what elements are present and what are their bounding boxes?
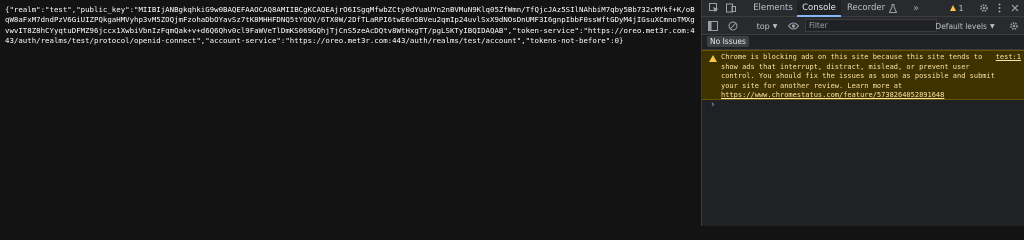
context-select-label: top (756, 21, 770, 31)
console-settings-gear-icon[interactable] (1007, 18, 1021, 34)
no-issues-button[interactable]: No Issues (707, 36, 749, 47)
warning-counter[interactable]: 1 (942, 0, 972, 16)
gear-icon[interactable] (978, 0, 990, 16)
log-levels-select[interactable]: Default levels ▼ (935, 18, 995, 34)
warning-triangle-icon (709, 55, 717, 62)
caret-down-icon: ▼ (989, 22, 995, 30)
warning-message-text: Chrome is blocking ads on this site beca… (721, 53, 995, 90)
inspect-element-icon[interactable] (707, 0, 721, 16)
filter-input[interactable] (805, 19, 937, 32)
warning-learn-more-link[interactable]: https://www.chromestatus.com/feature/573… (721, 91, 944, 99)
console-toolbar: top ▼ Default levels ▼ (702, 17, 1024, 35)
warning-source-link[interactable]: test:1 (996, 53, 1021, 61)
context-select[interactable]: top ▼ (750, 18, 784, 34)
console-warning-message: Chrome is blocking ads on this site beca… (702, 50, 1024, 100)
log-levels-label: Default levels (935, 21, 987, 31)
caret-down-icon: ▼ (772, 22, 778, 30)
console-prompt[interactable]: › (710, 100, 715, 110)
tab-elements[interactable]: Elements (752, 0, 794, 16)
devtools-panel: Elements Console Recorder » 1 top ▼ Filt… (701, 0, 1024, 226)
json-response-text: {"realm":"test","public_key":"MIIBIjANBg… (5, 5, 695, 46)
warning-triangle-icon (950, 5, 957, 11)
clear-console-icon[interactable] (726, 18, 740, 34)
kebab-menu-icon[interactable] (994, 0, 1004, 16)
sidebar-toggle-icon[interactable] (706, 18, 720, 34)
more-tabs-button[interactable]: » (910, 0, 922, 16)
tab-recorder[interactable]: Recorder (847, 0, 891, 16)
warning-count: 1 (958, 3, 964, 13)
flask-icon (888, 0, 898, 16)
eye-icon[interactable] (786, 18, 800, 34)
devtools-tabbar: Elements Console Recorder » 1 (702, 0, 1024, 17)
warning-text: Chrome is blocking ads on this site beca… (721, 53, 1003, 101)
issues-bar: No Issues (702, 35, 1024, 50)
device-toolbar-icon[interactable] (724, 0, 738, 16)
tab-console[interactable]: Console (797, 0, 841, 17)
close-icon[interactable] (1009, 0, 1021, 16)
page-viewport: {"realm":"test","public_key":"MIIBIjANBg… (0, 0, 701, 226)
